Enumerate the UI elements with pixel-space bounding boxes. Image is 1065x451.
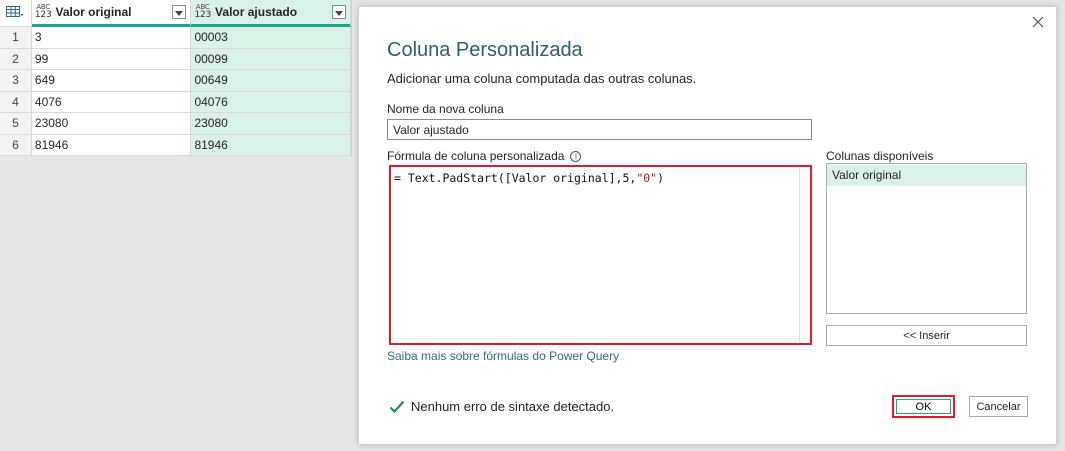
column-name-label: Nome da nova coluna (387, 102, 504, 116)
data-grid: ABC 123 Valor original ABC 123 Valor aju… (0, 0, 352, 156)
table-cell[interactable]: 81946 (191, 134, 351, 156)
list-item[interactable]: Valor original (827, 165, 1026, 186)
column-title: Valor ajustado (215, 5, 298, 19)
formula-code: = Text.PadStart([Valor original],5, (394, 171, 637, 185)
table-cell[interactable]: 3 (31, 27, 192, 49)
table-cell[interactable]: 00003 (191, 27, 351, 49)
table-row: 4 4076 04076 (0, 91, 351, 113)
chevron-down-icon (335, 5, 343, 19)
row-number[interactable]: 4 (0, 91, 32, 113)
chevron-down-icon (175, 5, 184, 19)
column-header-valor-original[interactable]: ABC 123 Valor original (31, 0, 192, 27)
available-columns-label: Colunas disponíveis (826, 149, 934, 163)
column-title: Valor original (55, 5, 132, 19)
table-icon (6, 5, 24, 21)
formula-editor[interactable]: = Text.PadStart([Valor original],5,"0") (389, 165, 812, 345)
formula-label: Fórmula de coluna personalizada i (387, 149, 582, 163)
column-filter-button[interactable] (332, 5, 346, 19)
checkmark-icon (389, 400, 405, 413)
formula-text[interactable]: = Text.PadStart([Valor original],5,"0") (394, 171, 664, 185)
table-cell[interactable]: 00649 (191, 70, 351, 92)
row-number[interactable]: 3 (0, 70, 32, 92)
column-filter-button[interactable] (172, 5, 187, 19)
table-cell[interactable]: 00099 (191, 48, 351, 70)
table-cell[interactable]: 99 (31, 48, 192, 70)
table-row: 6 81946 81946 (0, 134, 351, 156)
dialog-subtitle: Adicionar uma coluna computada das outra… (387, 71, 697, 86)
ok-button[interactable]: OK (892, 395, 955, 418)
table-row: 1 3 00003 (0, 27, 351, 49)
formula-label-text: Fórmula de coluna personalizada (387, 149, 565, 163)
table-row: 2 99 00099 (0, 48, 351, 70)
row-number[interactable]: 5 (0, 113, 32, 135)
available-columns-list[interactable]: Valor original (826, 163, 1027, 314)
table-cell[interactable]: 23080 (191, 113, 351, 135)
formula-code-end: ) (657, 171, 665, 185)
table-menu-button[interactable] (0, 0, 32, 27)
row-number[interactable]: 2 (0, 48, 32, 70)
cancel-button[interactable]: Cancelar (969, 396, 1028, 417)
formula-string-literal: "0" (636, 171, 658, 185)
editor-scroll-divider (799, 167, 800, 343)
close-icon (1030, 16, 1046, 33)
type-any-icon[interactable]: ABC 123 (35, 4, 52, 20)
grid-header: ABC 123 Valor original ABC 123 Valor aju… (0, 0, 351, 27)
ok-button-label: OK (896, 399, 951, 414)
syntax-status: Nenhum erro de sintaxe detectado. (389, 399, 614, 414)
table-cell[interactable]: 23080 (31, 113, 192, 135)
info-icon[interactable]: i (570, 150, 582, 162)
status-text: Nenhum erro de sintaxe detectado. (411, 399, 615, 414)
row-number[interactable]: 1 (0, 27, 32, 49)
table-cell[interactable]: 4076 (31, 91, 192, 113)
insert-button[interactable]: << Inserir (826, 325, 1027, 346)
type-any-icon[interactable]: ABC 123 (194, 4, 211, 20)
learn-more-link[interactable]: Saiba mais sobre fórmulas do Power Query (387, 349, 619, 363)
table-row: 3 649 00649 (0, 70, 351, 92)
table-cell[interactable]: 649 (31, 70, 192, 92)
dialog-title: Coluna Personalizada (387, 39, 583, 61)
custom-column-dialog: Coluna Personalizada Adicionar uma colun… (358, 6, 1057, 445)
close-button[interactable] (1030, 14, 1046, 30)
table-cell[interactable]: 81946 (31, 134, 192, 156)
column-name-input[interactable] (387, 119, 812, 140)
row-number[interactable]: 6 (0, 134, 32, 156)
table-row: 5 23080 23080 (0, 113, 351, 135)
column-header-valor-ajustado[interactable]: ABC 123 Valor ajustado (191, 0, 351, 27)
table-cell[interactable]: 04076 (191, 91, 351, 113)
